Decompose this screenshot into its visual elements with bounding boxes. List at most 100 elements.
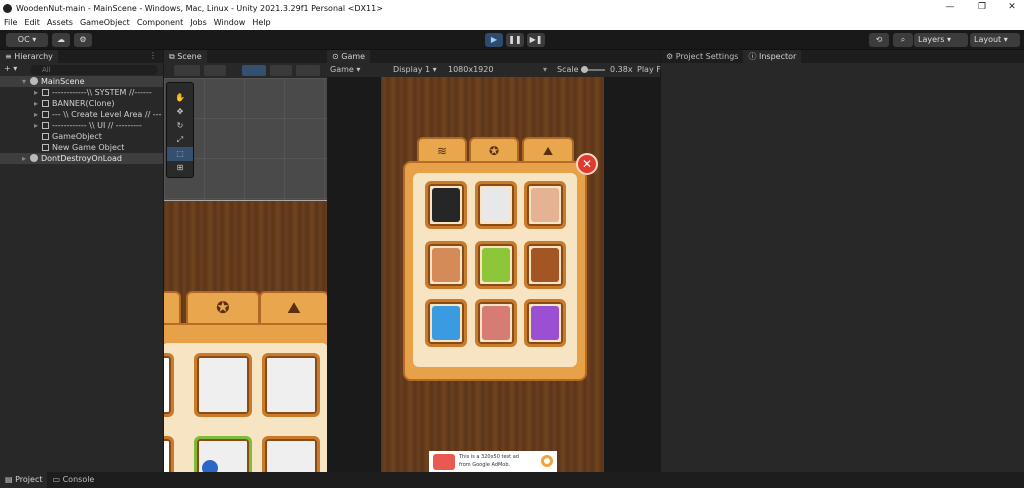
project-tab-label: Project xyxy=(15,475,43,484)
tab-inspector[interactable]: ⓘ Inspector xyxy=(743,50,802,63)
move-tool-icon[interactable]: ✥ xyxy=(167,105,193,119)
view-options-dropdown[interactable] xyxy=(296,65,320,76)
layout-dropdown[interactable]: Layout ▾ xyxy=(970,33,1020,47)
console-tab-label: Console xyxy=(62,475,95,484)
menu-file[interactable]: File xyxy=(4,17,17,30)
ad-text-line2: from Google AdMob. xyxy=(459,462,511,468)
display-dropdown[interactable]: Display 1 ▾ xyxy=(393,65,437,74)
hierarchy-item-mainscene[interactable]: ▾ MainScene xyxy=(0,76,163,87)
game-mode-label: Game xyxy=(330,65,354,74)
gameobject-icon xyxy=(42,89,49,96)
scale-tool-icon[interactable]: ⤢ xyxy=(167,133,193,147)
search-icon[interactable]: ⌕ xyxy=(893,33,913,47)
scene-tile xyxy=(262,436,320,472)
color-tile-white[interactable] xyxy=(475,181,517,229)
color-tile-brown[interactable] xyxy=(524,241,566,289)
hand-tool-icon[interactable]: ✋ xyxy=(167,91,193,105)
menu-gameobject[interactable]: GameObject xyxy=(80,17,130,30)
inspector-label: Inspector xyxy=(759,52,797,61)
color-tile-peach[interactable] xyxy=(524,181,566,229)
account-dropdown[interactable]: OC ▾ xyxy=(6,33,48,47)
menu-help[interactable]: Help xyxy=(252,17,270,30)
gizmo-dropdown[interactable] xyxy=(270,65,292,76)
transform-tool-icon[interactable]: ⊞ xyxy=(167,161,193,175)
tab-console[interactable]: ▭ Console xyxy=(47,472,100,488)
draw-mode-dropdown[interactable] xyxy=(174,65,200,76)
hierarchy-tab-label: Hierarchy xyxy=(14,52,53,61)
hierarchy-search-input[interactable]: All xyxy=(30,65,158,75)
color-tile-salmon[interactable] xyxy=(475,299,517,347)
resolution-dropdown[interactable]: 1080x1920 xyxy=(448,65,493,74)
inspector-panel: ⚙ Project Settings ⓘ Inspector xyxy=(661,50,1024,472)
close-window-button[interactable]: ✕ xyxy=(1005,2,1019,14)
scene-toolbar xyxy=(164,63,327,78)
hierarchy-item[interactable]: New Game Object xyxy=(0,142,163,153)
pause-button[interactable]: ❚❚ xyxy=(506,33,524,47)
hierarchy-item-dontdestroyonload[interactable]: ▸ DontDestroyOnLoad xyxy=(0,153,163,164)
layers-dropdown[interactable]: Layers ▾ xyxy=(914,33,968,47)
ad-banner[interactable]: This is a 320x50 test ad from Google AdM… xyxy=(429,451,557,472)
grid-snap-button[interactable] xyxy=(242,65,266,76)
maximize-button[interactable]: ❐ xyxy=(975,2,989,14)
expand-arrow-icon[interactable]: ▸ xyxy=(34,98,42,109)
color-tile-blue[interactable] xyxy=(425,299,467,347)
game-view-canvas[interactable]: ≋ ✪ ⛰ ✕ This is a 320x50 test ad from Go… xyxy=(381,77,604,472)
color-tile-purple[interactable] xyxy=(524,299,566,347)
color-tile-tan[interactable] xyxy=(425,241,467,289)
item-label: DontDestroyOnLoad xyxy=(41,154,122,163)
color-tile-black[interactable] xyxy=(425,181,467,229)
window-titlebar: WoodenNut-main - MainScene - Windows, Ma… xyxy=(0,0,1024,17)
menu-window[interactable]: Window xyxy=(214,17,246,30)
cloud-icon[interactable]: ☁ xyxy=(52,33,70,47)
hierarchy-item[interactable]: ▸ ------------ \\ UI // --------- xyxy=(0,120,163,131)
resolution-chevron-icon[interactable]: ▾ xyxy=(543,65,547,74)
admob-logo-icon xyxy=(541,455,553,467)
collab-icon[interactable]: ⚙ xyxy=(74,33,92,47)
game-toolbar: Game ▾ Display 1 ▾ 1080x1920 ▾ Scale 0.3… xyxy=(327,63,661,77)
expand-arrow-icon[interactable]: ▸ xyxy=(34,109,42,120)
swatch xyxy=(531,188,559,222)
scene-tile xyxy=(262,353,320,417)
play-button[interactable]: ▶ xyxy=(485,33,503,47)
shading-dropdown[interactable] xyxy=(204,65,226,76)
hierarchy-item[interactable]: GameObject xyxy=(0,131,163,142)
history-icon[interactable]: ⟲ xyxy=(869,33,889,47)
tab-game[interactable]: ⊙ Game xyxy=(327,50,371,63)
hierarchy-item[interactable]: ▸ --- \\ Create Level Area // --- xyxy=(0,109,163,120)
scale-slider-handle[interactable] xyxy=(581,66,588,73)
scene-icon xyxy=(30,77,38,85)
rect-tool-icon[interactable]: ⬚ xyxy=(167,147,193,161)
step-button[interactable]: ▶❚ xyxy=(527,33,545,47)
scene-tab-left xyxy=(164,291,181,325)
tab-project[interactable]: ▤ Project xyxy=(0,472,48,488)
hierarchy-item[interactable]: ▸ ------------\\ SYSTEM //------ xyxy=(0,87,163,98)
game-mode-dropdown[interactable]: Game ▾ xyxy=(330,65,360,74)
menu-jobs[interactable]: Jobs xyxy=(190,17,207,30)
unity-logo-icon xyxy=(3,4,12,13)
close-icon[interactable]: ✕ xyxy=(576,153,598,175)
tab-hierarchy[interactable]: ≡ Hierarchy xyxy=(0,50,58,63)
panel-menu-icon[interactable]: ⋮ xyxy=(149,51,157,60)
rotate-tool-icon[interactable]: ↻ xyxy=(167,119,193,133)
expand-arrow-icon[interactable]: ▸ xyxy=(34,87,42,98)
swatch xyxy=(482,188,510,222)
tab-scene[interactable]: ⧉ Scene xyxy=(164,50,207,63)
scene-selected-handle xyxy=(202,460,218,472)
expand-arrow-icon[interactable]: ▾ xyxy=(22,76,30,87)
scene-tab-label: Scene xyxy=(177,52,202,61)
tab-project-settings[interactable]: ⚙ Project Settings xyxy=(661,50,744,63)
hierarchy-tabbar: ≡ Hierarchy ⋮ xyxy=(0,50,163,63)
game-tabbar: ⊙ Game xyxy=(327,50,660,63)
menu-assets[interactable]: Assets xyxy=(47,17,73,30)
color-tile-green[interactable] xyxy=(475,241,517,289)
scene-tile xyxy=(164,353,174,417)
expand-arrow-icon[interactable]: ▸ xyxy=(34,120,42,131)
expand-arrow-icon[interactable]: ▸ xyxy=(22,153,30,164)
add-object-button[interactable]: + ▾ xyxy=(4,64,17,73)
hierarchy-panel: ≡ Hierarchy ⋮ + ▾ All ▾ MainScene ▸ ------… xyxy=(0,50,163,472)
menu-component[interactable]: Component xyxy=(137,17,183,30)
hierarchy-item[interactable]: ▸ BANNER(Clone) xyxy=(0,98,163,109)
menu-edit[interactable]: Edit xyxy=(24,17,40,30)
minimize-button[interactable]: — xyxy=(943,2,957,14)
play-focused-toggle[interactable]: Play F xyxy=(637,65,661,74)
